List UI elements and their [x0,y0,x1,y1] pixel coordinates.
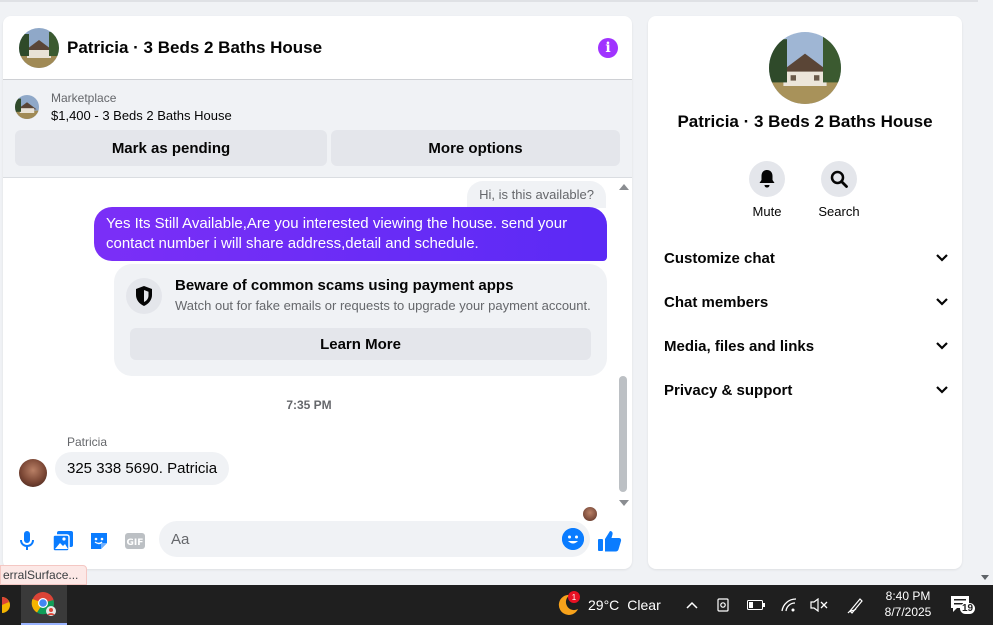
speaker-muted-icon[interactable] [809,595,829,615]
message-timestamp: 7:35 PM [286,398,332,412]
more-options-button[interactable]: More options [331,130,620,166]
sender-name: Patricia [67,435,108,449]
microphone-icon[interactable] [15,529,39,553]
weather-widget[interactable]: 1 29°C Clear [556,591,661,617]
notification-count: 19 [960,603,976,614]
scroll-down-arrow-icon[interactable] [981,575,989,580]
sender-avatar[interactable] [19,459,47,487]
emoji-icon[interactable] [562,528,584,550]
section-label: Media, files and links [664,337,815,355]
listing-profile-picture[interactable] [769,32,841,104]
search-icon[interactable] [821,161,857,197]
listing-thumbnail [15,95,39,119]
incoming-message[interactable]: Hi, is this available? [467,181,606,208]
clock-date: 8/7/2025 [884,605,932,619]
mute-label: Mute [752,204,782,219]
weather-condition: Clear [627,597,661,613]
privacy-support-section[interactable]: Privacy & support [664,372,948,408]
camera-icon[interactable] [714,595,734,615]
info-icon[interactable]: i [598,37,618,58]
taskbar-app-icon[interactable] [0,585,14,625]
weather-alert-badge: 1 [568,591,580,603]
top-strip [0,0,978,2]
taskbar-clock[interactable]: 8:40 PM 8/7/2025 [880,588,936,620]
pen-icon[interactable] [846,595,866,615]
marketplace-label: Marketplace [51,91,117,105]
status-tooltip: erralSurface... [0,565,88,585]
search-label: Search [818,204,860,219]
notification-icon[interactable]: 19 [950,595,976,615]
chat-members-section[interactable]: Chat members [664,284,948,320]
customize-chat-section[interactable]: Customize chat [664,240,948,276]
panel-title: Patricia · 3 Beds 2 Baths House [677,112,933,131]
scroll-down-arrow-icon[interactable] [619,500,629,506]
battery-icon[interactable] [746,595,766,615]
page-scrollbar[interactable] [978,0,993,585]
weather-temperature: 29°C [588,597,620,613]
marketplace-banner: Marketplace $1,400 - 3 Beds 2 Baths Hous… [3,80,632,178]
learn-more-button[interactable]: Learn More [130,328,591,360]
chrome-taskbar-icon[interactable] [21,585,67,625]
scam-warning-card: Beware of common scams using payment app… [114,264,607,376]
photo-icon[interactable] [51,529,75,553]
sticker-icon[interactable] [87,529,111,553]
message-composer: GIF Aa [3,516,632,566]
chat-header: Patricia · 3 Beds 2 Baths House i [3,16,632,80]
message-input[interactable]: Aa [159,521,590,557]
clock-time: 8:40 PM [885,589,931,603]
chevron-down-icon [936,298,948,306]
scam-warning-title: Beware of common scams using payment app… [175,277,514,294]
outgoing-message[interactable]: Yes Its Still Available,Are you interest… [94,207,607,261]
mute-action[interactable]: Mute [737,161,797,219]
wifi-icon[interactable] [779,595,799,615]
chat-panel: Patricia · 3 Beds 2 Baths House i Market… [3,16,632,569]
message-scrollbar[interactable] [617,180,631,510]
bell-icon[interactable] [749,161,785,197]
message-list[interactable]: Hi, is this available? Yes Its Still Ava… [3,178,632,521]
shield-icon [126,278,162,314]
scam-warning-subtitle: Watch out for fake emails or requests to… [175,298,591,313]
scroll-up-arrow-icon[interactable] [619,184,629,190]
chevron-up-icon[interactable] [682,595,702,615]
chat-title[interactable]: Patricia · 3 Beds 2 Baths House [67,38,598,58]
section-label: Privacy & support [664,381,793,399]
listing-price[interactable]: $1,400 - 3 Beds 2 Baths House [51,108,232,123]
section-label: Customize chat [664,249,775,267]
section-label: Chat members [664,293,769,311]
scroll-thumb[interactable] [619,376,627,492]
thumbs-up-icon[interactable] [598,529,622,553]
gif-label: GIF [127,538,144,548]
weather-moon-icon: 1 [556,591,580,617]
gif-icon[interactable]: GIF [123,529,147,553]
chevron-down-icon [936,342,948,350]
chat-info-panel: Patricia · 3 Beds 2 Baths House Mute Sea… [648,16,962,569]
incoming-message[interactable]: 325 338 5690. Patricia [55,452,230,485]
chevron-down-icon [936,254,948,262]
search-action[interactable]: Search [809,161,869,219]
message-input-placeholder: Aa [171,530,190,548]
chevron-down-icon [936,386,948,394]
listing-avatar[interactable] [19,27,59,68]
media-files-links-section[interactable]: Media, files and links [664,328,948,364]
mark-as-pending-button[interactable]: Mark as pending [15,130,327,166]
windows-taskbar: 1 29°C Clear 8:40 PM 8/7/2025 19 [0,585,993,625]
